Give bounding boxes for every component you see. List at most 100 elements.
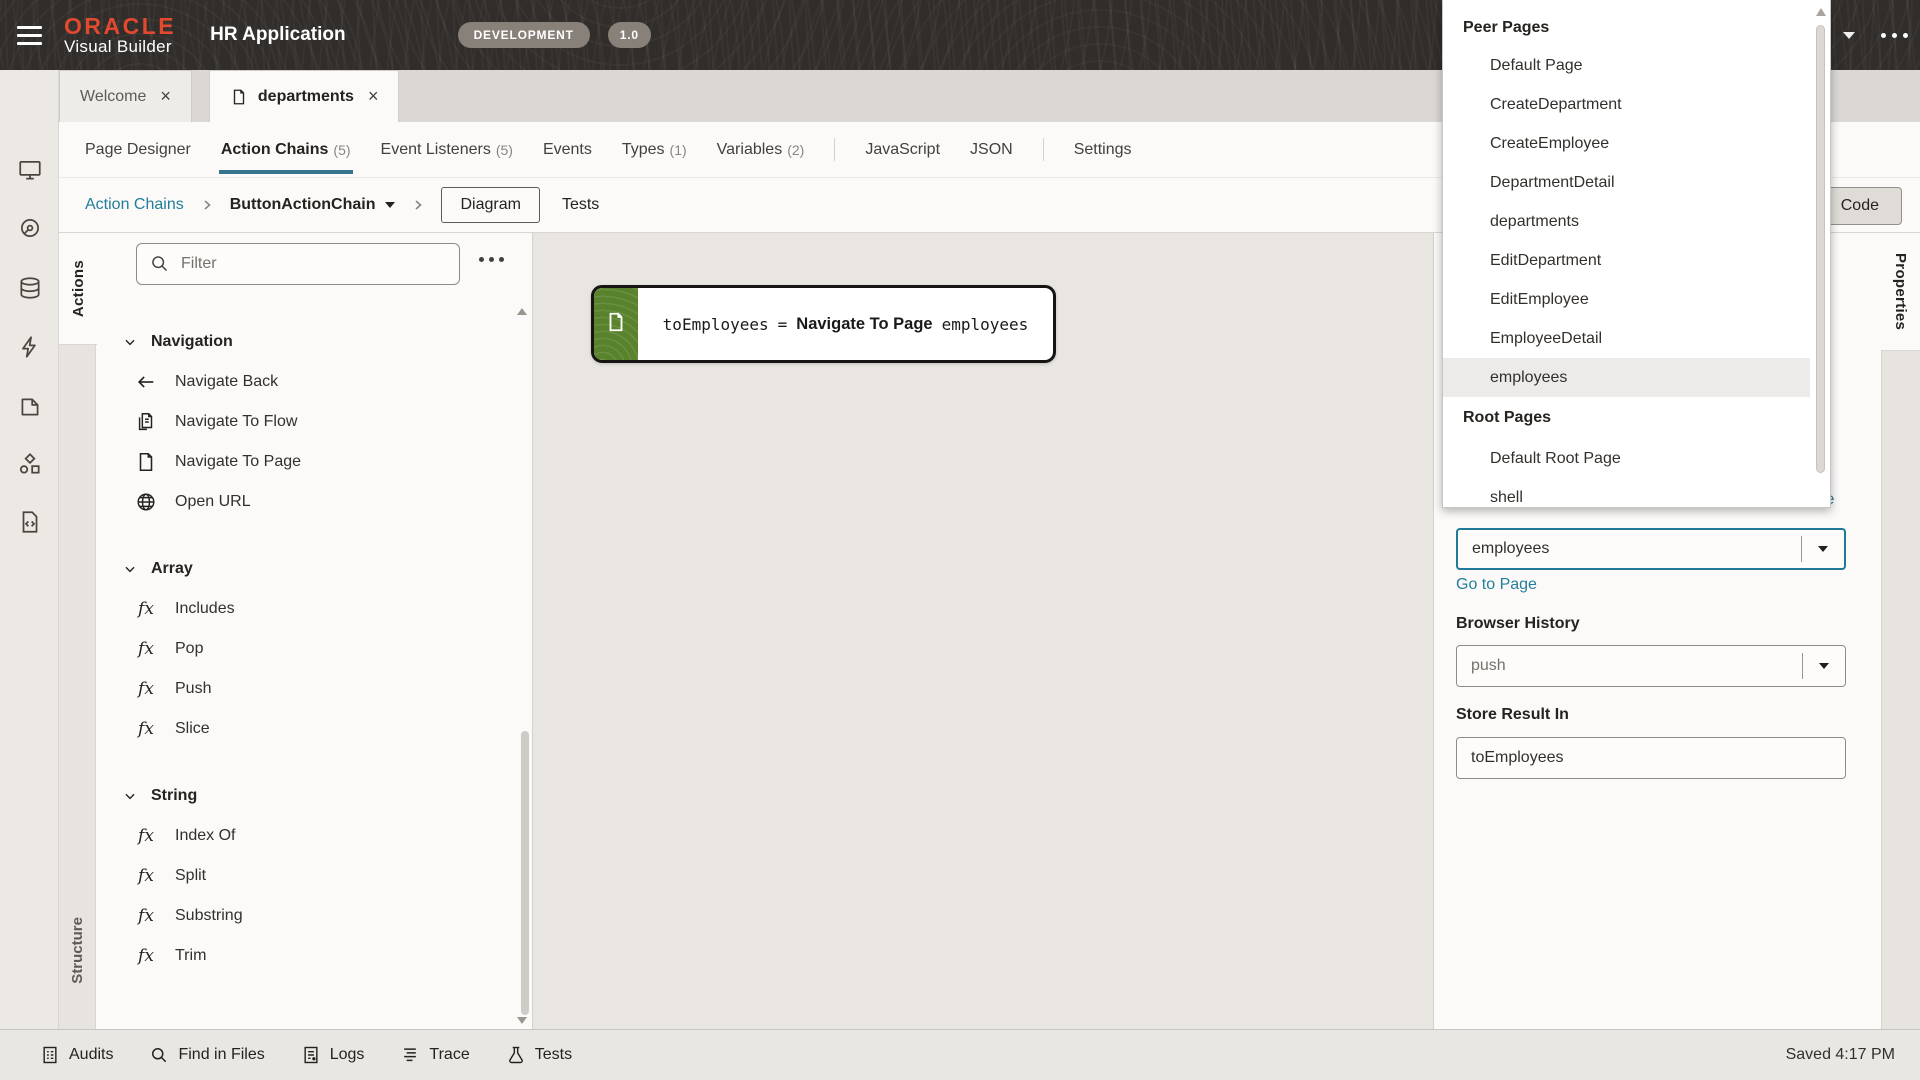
- scrollbar-thumb[interactable]: [1816, 25, 1825, 473]
- subtab-json[interactable]: JSON: [970, 122, 1013, 177]
- dropdown-item-employees[interactable]: employees: [1443, 358, 1810, 397]
- browser-history-select[interactable]: [1456, 645, 1846, 687]
- arrow-left-icon: [134, 370, 158, 394]
- version-badge: 1.0: [607, 22, 651, 48]
- subtab-javascript[interactable]: JavaScript: [865, 122, 940, 177]
- menu-icon[interactable]: [0, 0, 58, 70]
- close-icon[interactable]: ×: [160, 86, 171, 107]
- browser-history-input[interactable]: [1457, 657, 1802, 675]
- node-result-variable: toEmployees: [662, 314, 769, 334]
- chevron-down-icon[interactable]: [1843, 31, 1855, 45]
- palette-section-navigation: Navigation Navigate Back Navigate To Flow N…: [96, 322, 526, 522]
- chevron-down-icon: [123, 562, 137, 576]
- environment-badge: DEVELOPMENT: [457, 22, 590, 48]
- subtab-settings[interactable]: Settings: [1074, 122, 1132, 177]
- dropdown-group-peer-pages: Peer Pages: [1463, 19, 1550, 36]
- statusbar-item-audits[interactable]: Audits: [40, 1045, 113, 1065]
- action-chain-diagram-canvas[interactable]: toEmployees = Navigate To Page employees: [534, 233, 1433, 1029]
- current-action-chain-selector[interactable]: ButtonActionChain: [230, 196, 396, 214]
- dropdown-item-createdepartment[interactable]: CreateDepartment: [1443, 85, 1810, 124]
- status-bar: Audits Find in Files Logs Trace Tests Saved 4…: [0, 1029, 1920, 1080]
- app-uis-icon[interactable]: [17, 157, 43, 183]
- dropdown-item-default-root-page[interactable]: Default Root Page: [1443, 439, 1810, 478]
- browser-history-dropdown-button[interactable]: [1803, 646, 1845, 686]
- panel-overflow-menu-icon[interactable]: [479, 257, 504, 262]
- scrollbar-track[interactable]: [1815, 3, 1826, 504]
- action-item-open-url[interactable]: Open URL: [96, 482, 526, 522]
- store-result-input[interactable]: [1457, 738, 1845, 778]
- logs-icon: [301, 1045, 321, 1065]
- action-item-split[interactable]: fx Split: [96, 856, 526, 896]
- diagram-view-button[interactable]: Diagram: [441, 187, 540, 223]
- chevron-down-icon: [123, 335, 137, 349]
- tests-view-button[interactable]: Tests: [562, 196, 599, 214]
- action-item-navigate-back[interactable]: Navigate Back: [96, 362, 526, 402]
- dropdown-item-editdepartment[interactable]: EditDepartment: [1443, 241, 1810, 280]
- business-objects-icon[interactable]: [17, 275, 43, 301]
- statusbar-item-tests[interactable]: Tests: [506, 1045, 572, 1065]
- breadcrumb-action-chains-link[interactable]: Action Chains: [85, 196, 184, 214]
- scroll-up-arrow[interactable]: [517, 303, 527, 315]
- action-item-navigate-to-flow[interactable]: Navigate To Flow: [96, 402, 526, 442]
- subtab-variables[interactable]: Variables (2): [717, 122, 805, 177]
- actions-events-icon[interactable]: [17, 334, 43, 360]
- page-combobox[interactable]: [1456, 528, 1846, 570]
- dropdown-item-departments[interactable]: departments: [1443, 202, 1810, 241]
- source-code-icon[interactable]: [17, 509, 43, 535]
- fx-icon: fx: [138, 866, 154, 886]
- section-header-array[interactable]: Array: [96, 549, 526, 589]
- properties-panel-tab[interactable]: Properties: [1881, 233, 1920, 351]
- dropdown-item-editemployee[interactable]: EditEmployee: [1443, 280, 1810, 319]
- app-title: HR Application: [210, 24, 346, 45]
- overflow-menu-icon[interactable]: [1881, 32, 1908, 38]
- statusbar-item-trace[interactable]: Trace: [400, 1045, 470, 1065]
- action-item-trim[interactable]: fx Trim: [96, 936, 526, 976]
- navigate-to-page-action-node[interactable]: toEmployees = Navigate To Page employees: [591, 285, 1056, 363]
- node-action-name: Navigate To Page: [796, 314, 933, 333]
- dropdown-item-shell[interactable]: shell: [1443, 478, 1810, 507]
- action-item-label: Navigate To Flow: [175, 413, 298, 430]
- statusbar-item-find-in-files[interactable]: Find in Files: [149, 1045, 265, 1065]
- section-title: String: [151, 787, 198, 804]
- scrollbar-thumb[interactable]: [521, 731, 529, 1015]
- actions-panel-tab[interactable]: Actions: [59, 233, 97, 345]
- action-item-push[interactable]: fx Push: [96, 669, 526, 709]
- tab-departments[interactable]: departments ×: [208, 70, 400, 122]
- action-item-includes[interactable]: fx Includes: [96, 589, 526, 629]
- action-item-label: Index Of: [175, 827, 236, 844]
- action-item-slice[interactable]: fx Slice: [96, 709, 526, 749]
- dropdown-item-createemployee[interactable]: CreateEmployee: [1443, 124, 1810, 163]
- service-connections-icon[interactable]: [17, 215, 43, 241]
- tests-icon: [506, 1045, 526, 1065]
- subtab-types[interactable]: Types (1): [622, 122, 687, 177]
- subtab-label: JSON: [970, 140, 1013, 158]
- section-header-navigation[interactable]: Navigation: [96, 322, 526, 362]
- action-item-substring[interactable]: fx Substring: [96, 896, 526, 936]
- action-item-label: Navigate Back: [175, 373, 279, 390]
- filter-input[interactable]: [136, 243, 460, 285]
- action-item-pop[interactable]: fx Pop: [96, 629, 526, 669]
- subtab-events[interactable]: Events: [543, 122, 592, 177]
- dropdown-item-employeedetail[interactable]: EmployeeDetail: [1443, 319, 1810, 358]
- chevron-right-icon: [200, 198, 214, 212]
- structure-panel-tab[interactable]: Structure: [59, 905, 96, 995]
- tab-welcome[interactable]: Welcome ×: [59, 70, 192, 122]
- action-item-navigate-to-page[interactable]: Navigate To Page: [96, 442, 526, 482]
- close-icon[interactable]: ×: [368, 86, 379, 107]
- scroll-down-arrow[interactable]: [517, 1017, 527, 1029]
- subtab-event-listeners[interactable]: Event Listeners (5): [381, 122, 513, 177]
- page-combobox-dropdown-button[interactable]: [1802, 530, 1844, 568]
- subtab-action-chains[interactable]: Action Chains (5): [218, 122, 353, 177]
- scroll-up-arrow[interactable]: [1816, 3, 1826, 16]
- dropdown-item-default-page[interactable]: Default Page: [1443, 46, 1810, 85]
- subtab-label: Settings: [1073, 140, 1132, 158]
- go-to-page-link[interactable]: Go to Page: [1456, 576, 1537, 594]
- subtab-page-designer[interactable]: Page Designer: [85, 122, 191, 177]
- statusbar-item-logs[interactable]: Logs: [301, 1045, 364, 1065]
- section-header-string[interactable]: String: [96, 776, 526, 816]
- page-combobox-input[interactable]: [1458, 540, 1801, 558]
- processes-icon[interactable]: [17, 451, 43, 477]
- components-icon[interactable]: [17, 394, 43, 420]
- dropdown-item-departmentdetail[interactable]: DepartmentDetail: [1443, 163, 1810, 202]
- action-item-index-of[interactable]: fx Index Of: [96, 816, 526, 856]
